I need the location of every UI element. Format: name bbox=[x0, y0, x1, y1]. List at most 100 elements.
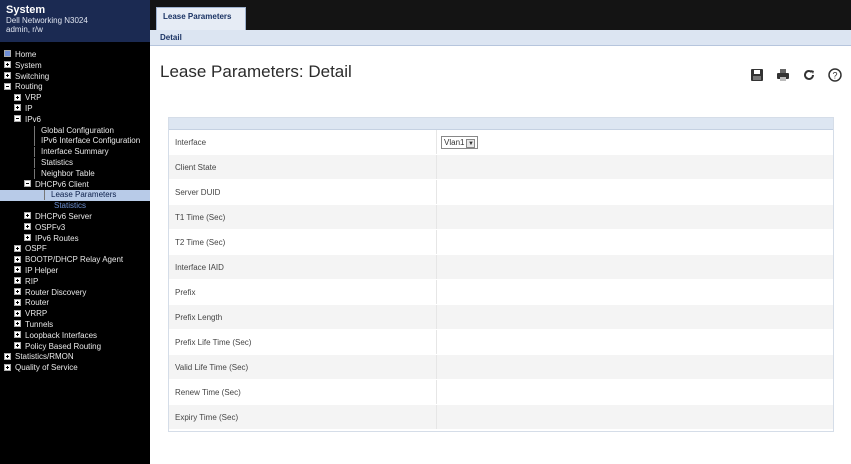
field-label: Server DUID bbox=[169, 180, 437, 204]
collapse-icon[interactable] bbox=[24, 179, 31, 187]
expand-icon[interactable] bbox=[4, 71, 11, 79]
sidebar-item-label: Quality of Service bbox=[15, 363, 78, 373]
sidebar-item-loopback-interfaces[interactable]: Loopback Interfaces bbox=[0, 331, 150, 342]
refresh-icon[interactable] bbox=[801, 67, 817, 83]
expand-icon[interactable] bbox=[14, 244, 21, 252]
expand-icon[interactable] bbox=[14, 277, 21, 285]
expand-icon[interactable] bbox=[14, 309, 21, 317]
sidebar-item-ospfv3[interactable]: OSPFv3 bbox=[0, 223, 150, 234]
expand-icon[interactable] bbox=[14, 266, 21, 274]
form-row: Valid Life Time (Sec) bbox=[169, 355, 833, 380]
sidebar-item-switching[interactable]: Switching bbox=[0, 72, 150, 83]
sidebar-item-neighbor-table[interactable]: Neighbor Table bbox=[0, 168, 150, 180]
sidebar-item-ip[interactable]: IP bbox=[0, 104, 150, 115]
expand-icon[interactable] bbox=[4, 61, 11, 69]
chevron-down-icon[interactable]: ▼ bbox=[466, 138, 476, 148]
field-value bbox=[437, 230, 833, 254]
expand-icon[interactable] bbox=[14, 341, 21, 349]
sidebar-item-ipv6[interactable]: IPv6 bbox=[0, 115, 150, 126]
collapse-icon[interactable] bbox=[14, 115, 21, 123]
sidebar-item-label: IP Helper bbox=[25, 265, 59, 275]
sidebar-item-system[interactable]: System bbox=[0, 61, 150, 72]
expand-icon[interactable] bbox=[14, 255, 21, 263]
form-row: Prefix Length bbox=[169, 305, 833, 330]
help-icon[interactable]: ? bbox=[827, 67, 843, 83]
expand-icon[interactable] bbox=[14, 104, 21, 112]
sidebar-item-label: Statistics bbox=[41, 158, 74, 168]
sidebar-item-label: VRP bbox=[25, 93, 42, 103]
field-label: Prefix bbox=[169, 280, 437, 304]
sidebar-item-bootp-dhcp-relay-agent[interactable]: BOOTP/DHCP Relay Agent bbox=[0, 255, 150, 266]
sidebar-item-router-discovery[interactable]: Router Discovery bbox=[0, 288, 150, 299]
sidebar-item-label: OSPF bbox=[25, 244, 47, 254]
lease-parameters-panel: Interface Vlan1 ▼ Client State Server DUID T1… bbox=[168, 117, 834, 432]
form-row: Renew Time (Sec) bbox=[169, 380, 833, 405]
sidebar-item-statistics[interactable]: Statistics bbox=[0, 157, 150, 169]
sidebar-item-ospf[interactable]: OSPF bbox=[0, 244, 150, 255]
subtab-detail[interactable]: Detail bbox=[160, 33, 182, 42]
sidebar-item-routing[interactable]: Routing bbox=[0, 82, 150, 93]
sidebar-item-tunnels[interactable]: Tunnels bbox=[0, 320, 150, 331]
expand-icon[interactable] bbox=[14, 287, 21, 295]
collapse-icon[interactable] bbox=[4, 82, 11, 90]
form-rows: Interface Vlan1 ▼ Client State Server DUID T1… bbox=[169, 130, 833, 430]
expand-icon[interactable] bbox=[4, 363, 11, 371]
brand-user: admin, r/w bbox=[6, 25, 43, 34]
sidebar-item-statistics[interactable]: Statistics bbox=[0, 201, 150, 212]
sidebar-item-vrp[interactable]: VRP bbox=[0, 93, 150, 104]
form-row: Expiry Time (Sec) bbox=[169, 405, 833, 430]
form-row: Prefix bbox=[169, 280, 833, 305]
field-value bbox=[437, 405, 833, 429]
sidebar-item-statistics-rmon[interactable]: Statistics/RMON bbox=[0, 352, 150, 363]
save-icon[interactable] bbox=[749, 67, 765, 83]
sidebar-item-label: IP bbox=[25, 103, 33, 113]
sidebar-item-label: Routing bbox=[15, 82, 43, 92]
form-row: Interface IAID bbox=[169, 255, 833, 280]
sidebar-item-lease-parameters[interactable]: Lease Parameters bbox=[0, 190, 150, 202]
interface-select[interactable]: Vlan1 ▼ bbox=[441, 136, 479, 150]
field-value bbox=[437, 180, 833, 204]
tab-lease-parameters[interactable]: Lease Parameters bbox=[156, 7, 246, 30]
sidebar-item-label: DHCPv6 Client bbox=[35, 179, 89, 189]
form-row: T1 Time (Sec) bbox=[169, 205, 833, 230]
expand-icon[interactable] bbox=[14, 298, 21, 306]
expand-icon[interactable] bbox=[14, 93, 21, 101]
field-value bbox=[437, 280, 833, 304]
expand-icon[interactable] bbox=[4, 352, 11, 360]
field-label: Client State bbox=[169, 155, 437, 179]
sidebar-item-label: Tunnels bbox=[25, 319, 54, 329]
sidebar-item-label: Home bbox=[15, 50, 37, 59]
sidebar-item-ip-helper[interactable]: IP Helper bbox=[0, 266, 150, 277]
field-label: Expiry Time (Sec) bbox=[169, 405, 437, 429]
sidebar-item-interface-summary[interactable]: Interface Summary bbox=[0, 147, 150, 158]
tree-line-icon bbox=[44, 190, 45, 201]
sidebar-item-policy-based-routing[interactable]: Policy Based Routing bbox=[0, 342, 150, 353]
sidebar-item-dhcpv6-client[interactable]: DHCPv6 Client bbox=[0, 180, 150, 191]
sidebar-item-router[interactable]: Router bbox=[0, 298, 150, 309]
expand-icon[interactable] bbox=[24, 212, 31, 220]
form-row: Server DUID bbox=[169, 180, 833, 205]
field-value: Vlan1 ▼ bbox=[437, 130, 833, 154]
expand-icon[interactable] bbox=[24, 223, 31, 231]
expand-icon[interactable] bbox=[14, 320, 21, 328]
sub-tab-bar: Detail bbox=[150, 30, 851, 46]
field-value bbox=[437, 205, 833, 229]
tree-line-icon bbox=[34, 125, 35, 136]
expand-icon[interactable] bbox=[14, 331, 21, 339]
interface-select-value: Vlan1 bbox=[444, 138, 465, 148]
sidebar-item-rip[interactable]: RIP bbox=[0, 277, 150, 288]
form-row: Prefix Life Time (Sec) bbox=[169, 330, 833, 355]
sidebar-item-quality-of-service[interactable]: Quality of Service bbox=[0, 363, 150, 374]
print-icon[interactable] bbox=[775, 67, 791, 83]
sidebar-item-ipv6-routes[interactable]: IPv6 Routes bbox=[0, 234, 150, 245]
expand-icon[interactable] bbox=[24, 233, 31, 241]
form-row: Interface Vlan1 ▼ bbox=[169, 130, 833, 155]
field-value bbox=[437, 380, 833, 404]
sidebar-item-home[interactable]: Home bbox=[0, 50, 150, 61]
field-label: Valid Life Time (Sec) bbox=[169, 355, 437, 379]
sidebar-item-global-configuration[interactable]: Global Configuration bbox=[0, 125, 150, 137]
sidebar-item-vrrp[interactable]: VRRP bbox=[0, 309, 150, 320]
field-label: Prefix Life Time (Sec) bbox=[169, 330, 437, 354]
sidebar-item-ipv6-interface-configuration[interactable]: IPv6 Interface Configuration bbox=[0, 136, 150, 147]
sidebar-item-dhcpv6-server[interactable]: DHCPv6 Server bbox=[0, 212, 150, 223]
